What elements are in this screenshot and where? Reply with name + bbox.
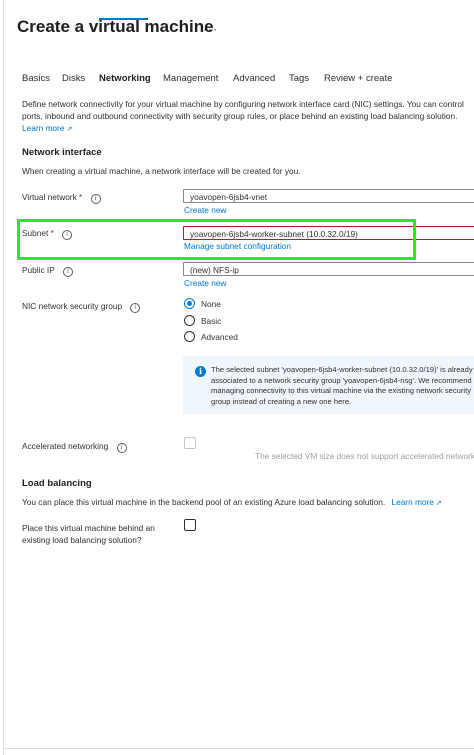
info-icon[interactable]: i [130, 303, 141, 313]
nsg-basic-label: Basic [201, 316, 222, 326]
info-line-2: associated to a network security group '… [211, 375, 472, 385]
tab-review-create[interactable]: Review + create [324, 73, 392, 84]
checkbox-label-line-1: Place this virtual machine behind an [22, 523, 155, 533]
public-ip-label: Public IP i [22, 265, 73, 277]
external-link-icon: ↗ [66, 126, 73, 133]
load-balancing-description: You can place this virtual machine in th… [22, 497, 442, 507]
external-link-icon: ↗ [435, 500, 442, 507]
accelerated-networking-note: The selected VM size does not support ac… [255, 451, 474, 461]
description-line-1: Define network connectivity for your vir… [22, 99, 464, 109]
page: Create a virtual machine ··· Basics Disk… [0, 0, 474, 755]
info-icon[interactable]: i [116, 443, 127, 453]
virtual-network-select[interactable]: yoavopen-6jsb4-vnet [183, 189, 474, 203]
nsg-none-label: None [201, 299, 221, 309]
info-icon[interactable]: i [62, 267, 73, 277]
description-line-2: ports, inbound and outbound connectivity… [22, 111, 458, 121]
load-balancing-checkbox[interactable] [184, 519, 196, 531]
tab-disks[interactable]: Disks [62, 73, 85, 84]
required-marker: * [79, 192, 83, 202]
accelerated-networking-label-text: Accelerated networking [22, 441, 109, 451]
info-line-3: managing connectivity to this virtual ma… [211, 386, 471, 395]
info-icon[interactable]: i [90, 194, 101, 204]
load-balancing-learn-more-link[interactable]: Learn more [391, 497, 433, 507]
nsg-none-radio[interactable] [184, 298, 195, 309]
info-circle-icon: i [195, 366, 206, 377]
nic-nsg-label: NIC network security group i [22, 301, 141, 313]
load-balancing-checkbox-label: Place this virtual machine behind an exi… [22, 522, 155, 546]
tab-basics[interactable]: Basics [22, 73, 50, 84]
page-title: Create a virtual machine [17, 17, 214, 36]
subnet-highlight-box [17, 219, 416, 260]
tab-advanced[interactable]: Advanced [233, 73, 275, 84]
virtual-network-create-new-link[interactable]: Create new [184, 205, 226, 215]
nic-nsg-label-text: NIC network security group [22, 301, 123, 311]
nsg-advanced-label: Advanced [201, 332, 238, 342]
network-interface-heading: Network interface [22, 147, 102, 158]
accelerated-networking-label: Accelerated networking i [22, 441, 127, 453]
learn-more-link[interactable]: Learn more [22, 123, 64, 133]
bottom-border [3, 748, 474, 749]
nsg-info-box: i The selected subnet 'yoavopen-6jsb4-wo… [183, 356, 474, 414]
checkbox-label-line-2: existing load balancing solution? [22, 535, 142, 545]
networking-description: Define network connectivity for your vir… [22, 98, 474, 136]
info-line-4: group instead of creating a new one here… [211, 396, 352, 406]
virtual-network-label: Virtual network * i [22, 192, 101, 204]
more-options-button[interactable]: ··· [203, 22, 218, 36]
nsg-advanced-radio[interactable] [184, 331, 195, 342]
virtual-network-label-text: Virtual network [22, 192, 77, 202]
nsg-info-text: The selected subnet 'yoavopen-6jsb4-work… [211, 365, 473, 407]
left-border [3, 0, 4, 755]
load-balancing-description-text: You can place this virtual machine in th… [22, 497, 386, 507]
network-interface-subtitle: When creating a virtual machine, a netwo… [22, 166, 301, 176]
public-ip-create-new-link[interactable]: Create new [184, 278, 226, 288]
tab-management[interactable]: Management [163, 73, 218, 84]
tab-tags[interactable]: Tags [289, 73, 309, 84]
load-balancing-heading: Load balancing [22, 478, 92, 489]
active-tab-indicator [99, 18, 148, 20]
public-ip-select[interactable]: (new) NFS-ip [183, 262, 474, 276]
public-ip-label-text: Public IP [22, 265, 55, 275]
accelerated-networking-checkbox[interactable] [184, 437, 196, 449]
tab-networking[interactable]: Networking [99, 73, 151, 84]
nsg-basic-radio[interactable] [184, 315, 195, 326]
info-line-1: The selected subnet 'yoavopen-6jsb4-work… [211, 365, 473, 374]
